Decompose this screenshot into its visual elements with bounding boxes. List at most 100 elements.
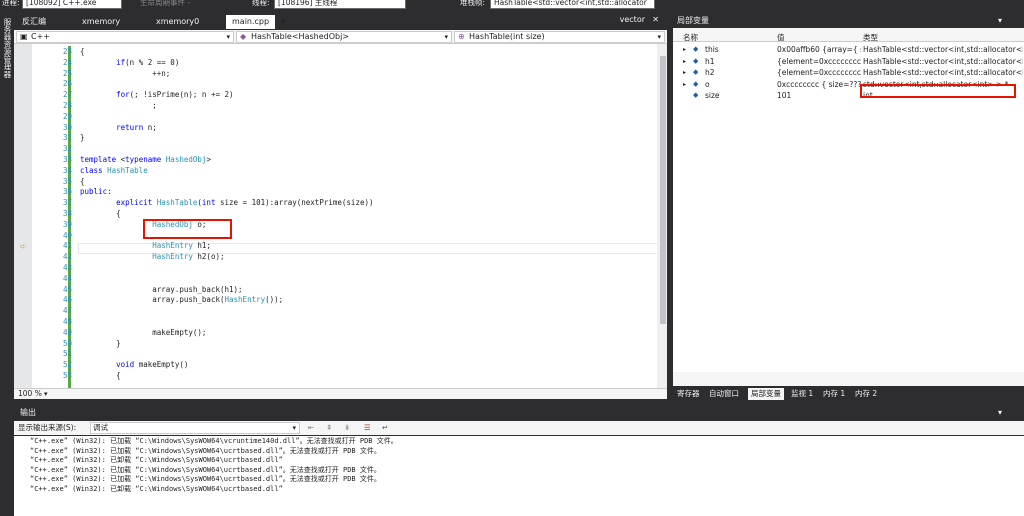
line-number: 52 [62, 360, 72, 370]
locals-title: 局部变量 [673, 14, 1024, 28]
code-line[interactable]: { [80, 177, 85, 188]
code-line[interactable]: { [80, 209, 121, 220]
clear-all-icon[interactable]: ☰ [364, 421, 371, 435]
lifecycle-events[interactable]: 生命周期事件 - [140, 0, 190, 9]
expand-icon[interactable]: ▸ [683, 67, 686, 79]
output-source-label: 显示输出来源(S): [18, 423, 77, 432]
scope-dropdown[interactable]: ▣ C++ ▾ [16, 31, 234, 43]
locals-row[interactable]: ▸ ◆ h2 {element=0xcccccccc {HashTable<std::… [673, 67, 1024, 79]
breakpoint-gutter[interactable]: ➪ [14, 44, 32, 388]
local-name: h1 [705, 56, 715, 66]
process-select[interactable]: [108092] C++.exe [22, 0, 122, 9]
line-number: 46 [62, 295, 72, 305]
line-number: 39 [62, 219, 72, 229]
expand-icon[interactable]: ▸ [683, 79, 686, 91]
line-number: 38 [62, 209, 72, 218]
code-line[interactable]: array.push_back(h1); [80, 285, 242, 296]
tab-locals[interactable]: 局部变量 [748, 388, 784, 400]
code-line[interactable]: template <typename HashedObj> [80, 155, 211, 166]
code-line[interactable]: } [80, 339, 121, 350]
line-number: 40 [62, 230, 72, 240]
locals-row[interactable]: ▸ ◆ this 0x00affb60 {array={ sizeHashTable<… [673, 44, 1024, 56]
chevron-down-icon[interactable]: ▾ [44, 389, 48, 399]
prev-message-icon[interactable]: ⇞ [326, 421, 332, 435]
code-line[interactable]: makeEmpty(); [80, 328, 206, 339]
local-value[interactable]: 101 [777, 90, 861, 102]
line-number: 26 [62, 79, 72, 89]
line-number: 50 [62, 338, 72, 348]
line-number: 23 [62, 47, 72, 56]
output-source-select[interactable]: 调试 ▾ [90, 422, 300, 434]
dropdown-icon[interactable]: ▾ [998, 406, 1002, 420]
code-line[interactable]: explicit HashTable(int size = 101):array… [80, 198, 373, 209]
class-dropdown[interactable]: ◆ HashTable<HashedObj> ▾ [236, 31, 452, 43]
expand-icon[interactable]: ▸ [683, 44, 686, 56]
tab-registers[interactable]: 寄存器 [677, 388, 700, 400]
code-line[interactable]: HashEntry h1; [80, 241, 211, 252]
code-line[interactable]: } [80, 133, 85, 144]
expand-icon[interactable]: ▸ [683, 56, 686, 68]
code-line[interactable]: ++n; [80, 69, 170, 80]
stack-frame-select[interactable]: HashTable<std::vector<int,std::allocator [490, 0, 655, 9]
tab-memory-1[interactable]: 内存 1 [823, 388, 845, 400]
local-value[interactable]: 0xcccccccc { size=??? } [777, 79, 861, 91]
local-type: HashTable<std::vector<int,std::allocator… [863, 68, 1023, 77]
output-line: “C++.exe” (Win32): 已加载 “C:\Windows\SysWO… [30, 446, 381, 455]
output-text[interactable]: “C++.exe” (Win32): 已加载 “C:\Windows\SysWO… [14, 436, 1024, 516]
tab-disassembly[interactable]: 反汇编 [22, 15, 46, 29]
stack-frame-label: 堆栈帧: [460, 0, 486, 7]
tab-xmemory[interactable]: xmemory [82, 15, 120, 29]
annotation-box-type [860, 84, 1016, 98]
variable-icon: ◆ [693, 45, 699, 53]
tab-watch-1[interactable]: 监视 1 [791, 388, 813, 400]
project-icon: ▣ [20, 32, 28, 41]
code-line[interactable]: void makeEmpty() [80, 360, 188, 371]
code-line[interactable]: for(; !isPrime(n); n += 2) [80, 90, 233, 101]
code-line[interactable]: HashEntry h2(o); [80, 252, 224, 263]
next-message-icon[interactable]: ⇟ [344, 421, 350, 435]
output-toolbar: 显示输出来源(S): 调试 ▾ ⇤ ⇞ ⇟ ☰ ↵ [14, 421, 1024, 435]
tab-vector[interactable]: vector [620, 15, 645, 24]
word-wrap-icon[interactable]: ↵ [382, 421, 388, 435]
tab-xmemory0[interactable]: xmemory0 [156, 15, 199, 29]
close-tab-icon[interactable]: ✕ [280, 15, 286, 29]
locals-row[interactable]: ▸ ◆ h1 {element=0xcccccccc {HashTable<std::… [673, 56, 1024, 68]
scrollbar-thumb[interactable] [660, 56, 666, 324]
process-label: 进程: [2, 0, 20, 7]
code-line[interactable]: array.push_back(HashEntry()); [80, 295, 283, 306]
code-line[interactable]: public: [80, 187, 112, 198]
pin-icon[interactable]: ▾ [998, 16, 1002, 25]
method-value: HashTable(int size) [469, 32, 545, 41]
zoom-level[interactable]: 100 % [18, 389, 42, 399]
debug-tabs: 寄存器 自动窗口 局部变量 监视 1 内存 1 内存 2 [673, 386, 1024, 400]
method-dropdown[interactable]: ⊕ HashTable(int size) ▾ [454, 31, 665, 43]
editor-scrollbar[interactable] [657, 44, 667, 388]
line-number: 48 [62, 317, 72, 326]
locals-header: 名称 值 类型 [673, 31, 1024, 42]
line-number: 49 [62, 327, 72, 337]
tab-memory-2[interactable]: 内存 2 [855, 388, 877, 400]
server-explorer-tab[interactable]: 服务器资源管理器 [2, 18, 13, 78]
code-line[interactable]: if(n % 2 == 0) [80, 58, 179, 69]
line-number: 30 [62, 122, 72, 132]
local-type: HashTable<std::vector<int,std::allocator… [863, 45, 1023, 54]
tab-close-icon[interactable]: ✕ [652, 15, 659, 24]
local-value[interactable]: {element=0xcccccccc { [777, 56, 861, 68]
thread-select[interactable]: [108196] 主线程 [274, 0, 406, 9]
local-value[interactable]: 0x00affb60 {array={ size [777, 44, 861, 56]
tab-autos[interactable]: 自动窗口 [709, 388, 739, 400]
line-number: 44 [62, 273, 72, 283]
class-value: HashTable<HashedObj> [251, 32, 350, 41]
tab-main-cpp[interactable]: main.cpp [226, 15, 276, 29]
output-title: 输出 ▾ [14, 406, 1024, 420]
find-message-icon[interactable]: ⇤ [308, 421, 314, 435]
code-line[interactable]: ; [80, 101, 157, 112]
code-line[interactable]: { [80, 47, 85, 58]
code-line[interactable]: { [80, 371, 121, 382]
code-line[interactable]: return n; [80, 123, 157, 134]
code-line[interactable]: class HashTable [80, 166, 148, 177]
local-value[interactable]: {element=0xcccccccc { [777, 67, 861, 79]
local-name: this [705, 45, 719, 54]
line-number: 43 [62, 263, 72, 272]
code-editor[interactable]: ➪ 23 24 25 26 27 28 29 30 31 32 33 34 35 36 37 38 39 40 41… [14, 44, 667, 388]
